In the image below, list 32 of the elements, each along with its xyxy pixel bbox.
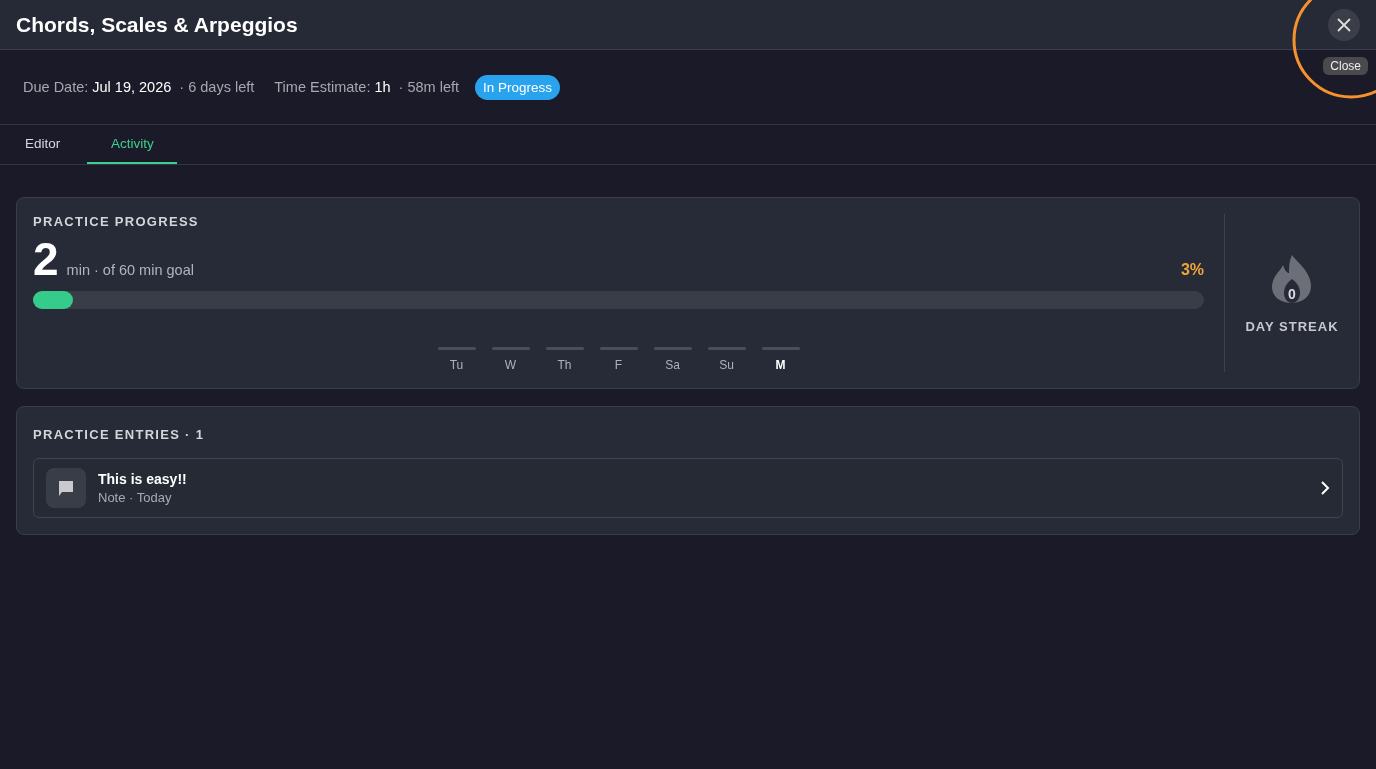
- day-label: W: [504, 358, 517, 372]
- time-left: · 58m left: [398, 79, 459, 95]
- chevron-right-icon: [1320, 481, 1330, 495]
- close-button[interactable]: [1328, 8, 1360, 41]
- due-date-value: Jul 19, 2026: [92, 79, 172, 95]
- day-label: Su: [719, 358, 734, 372]
- day-label: Th: [557, 358, 572, 372]
- close-icon: [1337, 17, 1351, 32]
- close-tooltip: Close: [1323, 57, 1368, 75]
- streak-label: DAY STREAK: [1245, 318, 1339, 334]
- window-title: Chords, Scales & Arpeggios: [16, 12, 298, 37]
- section-heading: PRACTICE ENTRIES · 1: [33, 427, 206, 442]
- tab[interactable]: Activity: [87, 125, 178, 164]
- section-heading: PRACTICE PROGRESS: [33, 214, 200, 229]
- streak-count: 0: [1288, 285, 1296, 302]
- days-left: · 6 days left: [179, 79, 255, 95]
- day-label: Tu: [449, 358, 464, 372]
- entry-title: This is easy!!: [98, 471, 188, 487]
- tab[interactable]: Editor: [16, 125, 70, 164]
- goal-text: min · of 60 min goal: [66, 262, 195, 278]
- time-estimate-label: Time Estimate:: [274, 79, 371, 95]
- minutes-count: 2: [33, 235, 59, 283]
- time-estimate-value: 1h: [374, 79, 391, 95]
- day-label: M: [775, 358, 786, 372]
- day-label: Sa: [665, 358, 680, 372]
- entry-subtitle: Note · Today: [98, 490, 173, 505]
- day-label: F: [614, 358, 623, 372]
- due-date-label: Due Date:: [23, 79, 89, 95]
- speech-bubble-icon: [57, 479, 75, 497]
- status-badge: In Progress: [475, 74, 561, 100]
- entry-row[interactable]: This is easy!! Note · Today: [33, 458, 1343, 518]
- percent-text: 3%: [1180, 261, 1204, 279]
